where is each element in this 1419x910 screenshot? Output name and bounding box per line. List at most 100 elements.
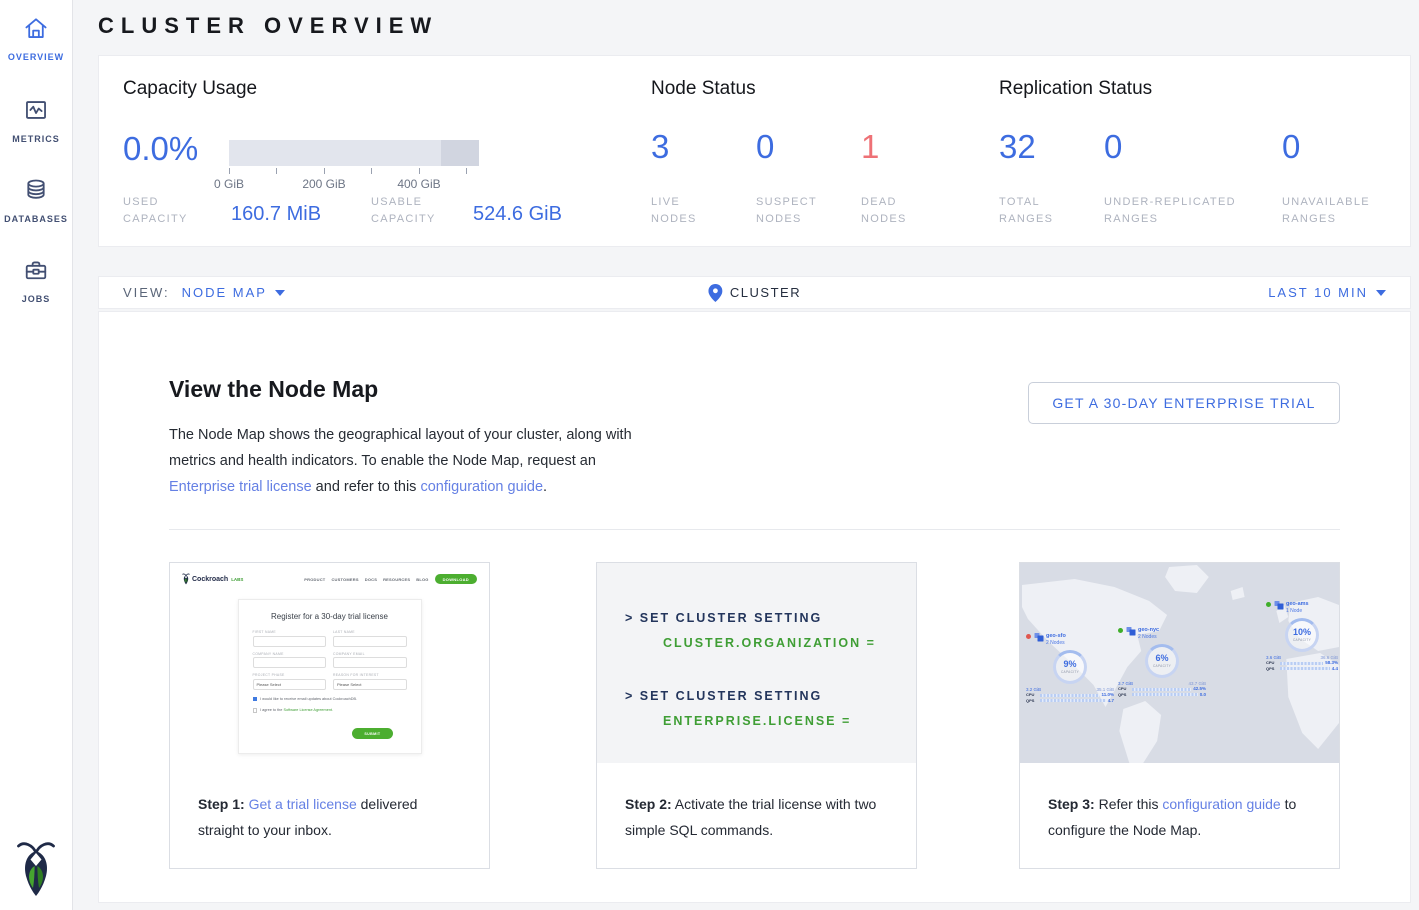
status-dot-green [1266,602,1271,607]
qps-value: 0.0 [1200,692,1206,698]
form-title: Register for a 30-day trial license [253,612,407,621]
enterprise-trial-button[interactable]: GET A 30-DAY ENTERPRISE TRIAL [1028,382,1340,424]
axis-tick [371,168,372,174]
sidebar-item-metrics[interactable]: METRICS [0,97,72,144]
nodes-icon [1034,633,1044,642]
live-nodes-value: 3 [651,128,669,166]
suspect-nodes-value: 0 [756,128,774,166]
brand-suffix: LABS [231,577,243,582]
caption-text: Refer this [1095,796,1163,812]
under-replicated-ranges-value: 0 [1104,128,1122,166]
nav-link: BLOG [416,577,428,582]
nodes-icon [1274,601,1284,610]
configuration-guide-link[interactable]: configuration guide [1162,796,1280,812]
select-input: Please Select [253,679,327,690]
capacity-percent: 9% [1063,660,1076,669]
capacity-percent: 6% [1155,654,1168,663]
step-1-caption: Step 1: Get a trial license delivered st… [170,763,489,868]
status-dot-green [1118,628,1123,633]
step-2-caption: Step 2: Activate the trial license with … [597,763,916,868]
configuration-guide-link[interactable]: configuration guide [420,479,543,495]
capacity-percent: 10% [1293,628,1311,637]
main-content: CLUSTER OVERVIEW Capacity Usage 0.0% 0 G… [73,0,1419,910]
sql-command-1: > SET CLUSTER SETTING CLUSTER.ORGANIZATI… [625,606,876,656]
total-ranges-value: 32 [999,128,1036,166]
section-divider [169,529,1340,530]
time-range-dropdown[interactable]: LAST 10 MIN [1268,285,1386,300]
trial-registration-form: Register for a 30-day trial license FIRS… [238,599,422,754]
sidebar-item-databases[interactable]: DATABASES [0,177,72,224]
nav-link: CUSTOMERS [331,577,358,582]
sidebar-item-jobs[interactable]: JOBS [0,257,72,304]
sql-prompt: > SET CLUSTER SETTING [625,611,822,625]
capacity-usage-title: Capacity Usage [123,78,257,100]
sql-commands-thumbnail: > SET CLUSTER SETTING CLUSTER.ORGANIZATI… [597,563,916,763]
capacity-percent: 0.0% [123,130,198,168]
view-toolbar: VIEW: NODE MAP CLUSTER LAST 10 MIN [98,276,1411,309]
select-input: Please Select [333,679,407,690]
nav-link: RESOURCES [383,577,410,582]
checkbox-label: I agree to the [260,708,283,712]
view-mode-dropdown[interactable]: NODE MAP [182,285,285,300]
sidebar: OVERVIEW METRICS DATABASES [0,0,73,910]
text-input [333,636,407,647]
field-label: REASON FOR INTEREST [333,673,407,677]
node-map-section-title: View the Node Map [169,376,378,403]
axis-tick-label: 200 GiB [294,177,354,191]
node-map-thumbnail: geo-sfo2 Nodes 9% CAPACITY 3.2 GiB35.1 G… [1020,563,1339,763]
capacity-bar-tail-segment [441,140,479,166]
metrics-chart-icon [22,97,50,128]
qps-bar [1040,699,1106,702]
step-number: Step 3: [1048,796,1095,812]
nav-link: PRODUCT [304,577,325,582]
sql-setting: ENTERPRISE.LICENSE = [625,709,851,734]
unavailable-ranges-value: 0 [1282,128,1300,166]
cpu-bar [1040,694,1099,697]
capacity-gauge: 6% CAPACITY [1145,644,1179,678]
sidebar-item-overview[interactable]: OVERVIEW [0,15,72,62]
field-label: COMPANY EMAIL [333,652,407,656]
breadcrumb: CLUSTER [708,284,801,302]
enterprise-trial-license-link[interactable]: Enterprise trial license [169,479,312,495]
step-3-caption: Step 3: Refer this configuration guide t… [1020,763,1339,868]
cpu-bar [1280,662,1323,665]
nav-link: DOCS [365,577,377,582]
region-name: geo-sfo [1046,633,1066,640]
axis-tick [276,168,277,174]
view-label: VIEW: [123,285,170,300]
description-text: . [543,479,547,495]
qps-label: QPS [1026,698,1038,704]
suspect-nodes-label: SUSPECT NODES [756,194,838,228]
capacity-label: CAPACITY [1293,638,1311,642]
field-label: PROJECT PHASE [253,673,327,677]
field-label: FIRST NAME [253,630,327,634]
mini-site-nav: PRODUCT CUSTOMERS DOCS RESOURCES BLOG DO… [304,574,477,584]
map-region-geo-nyc: geo-nyc2 Nodes 6% CAPACITY 3.7 GiB43.7 G… [1118,627,1206,698]
step-2-card: > SET CLUSTER SETTING CLUSTER.ORGANIZATI… [596,562,917,869]
text-input [253,636,327,647]
region-node-count: 1 Node [1286,608,1309,615]
cpu-bar [1132,688,1191,691]
node-status-title: Node Status [651,78,756,100]
sidebar-item-label: DATABASES [4,214,68,224]
map-region-geo-sfo: geo-sfo2 Nodes 9% CAPACITY 3.2 GiB35.1 G… [1026,633,1114,704]
used-capacity-label: USED CAPACITY [123,194,215,228]
description-text: and refer to this [312,479,421,495]
time-range-value: LAST 10 MIN [1268,285,1368,300]
qps-label: QPS [1266,666,1278,672]
page-title: CLUSTER OVERVIEW [98,13,438,39]
sql-setting: CLUSTER.ORGANIZATION = [625,631,876,656]
status-dot-red [1026,634,1031,639]
location-pin-icon [708,284,722,302]
step-3-card: geo-sfo2 Nodes 9% CAPACITY 3.2 GiB35.1 G… [1019,562,1340,869]
checkbox-unchecked [253,708,258,713]
region-name: geo-ams [1286,601,1309,608]
qps-bar [1132,693,1198,696]
usable-capacity-value: 524.6 GiB [473,203,562,226]
home-icon [22,15,50,46]
get-trial-license-link[interactable]: Get a trial license [249,796,357,812]
sidebar-item-label: JOBS [22,294,51,304]
capacity-label: CAPACITY [1153,664,1171,668]
briefcase-icon [22,257,50,288]
axis-tick [229,168,230,174]
